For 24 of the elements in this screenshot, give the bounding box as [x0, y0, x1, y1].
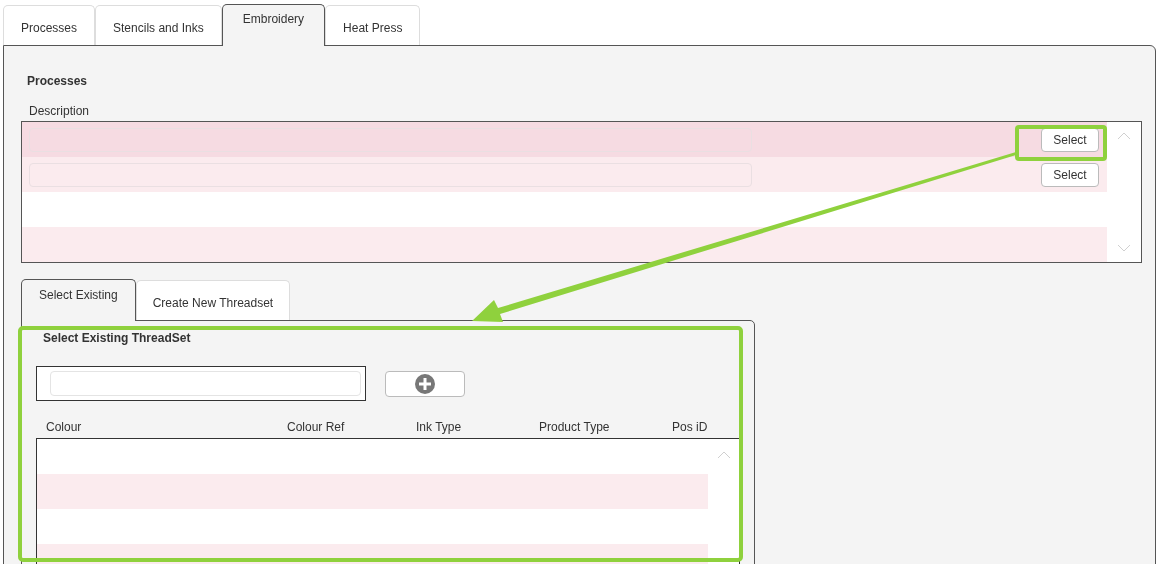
column-header: Pos iD [672, 419, 709, 434]
scroll-up-icon[interactable] [1117, 132, 1131, 140]
tab[interactable]: Create New Threadset [135, 280, 291, 320]
tab[interactable]: Stencils and Inks [95, 5, 222, 45]
list-row[interactable]: Select [22, 122, 1107, 157]
plus-icon [415, 373, 435, 394]
select-button[interactable]: Select [1041, 162, 1099, 187]
section-title: Select Existing ThreadSet [43, 330, 192, 345]
scroll-down-icon[interactable] [1117, 244, 1131, 252]
select-button[interactable]: Select [1041, 127, 1099, 152]
search-field[interactable] [36, 366, 366, 401]
list-row[interactable]: Select [22, 157, 1107, 192]
tab[interactable]: Embroidery [221, 4, 326, 46]
column-header: Product Type [539, 419, 611, 434]
section-title: Processes [27, 73, 89, 90]
tab[interactable]: Heat Press [325, 5, 421, 45]
tab[interactable]: Select Existing [21, 279, 136, 321]
column-header: Description [29, 103, 91, 118]
column-header: Colour Ref [287, 419, 346, 434]
add-button[interactable] [385, 370, 465, 397]
tab[interactable]: Processes [3, 5, 96, 45]
scroll-up-icon[interactable] [716, 451, 731, 459]
column-header: Colour [46, 419, 83, 434]
column-header: Ink Type [416, 419, 463, 434]
